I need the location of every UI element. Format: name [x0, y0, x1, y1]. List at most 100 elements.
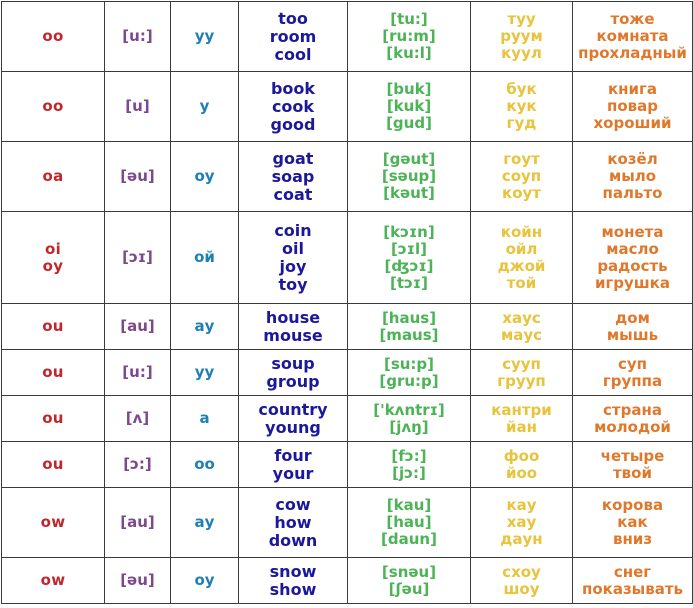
russian-sound: уу	[194, 27, 215, 45]
cell-ipa-symbol: [u:]	[104, 1, 171, 72]
transliteration: джой	[497, 256, 546, 275]
english-word-stack: snow show	[239, 563, 347, 599]
transcription-stack: [gəut] [səup] [kəut]	[348, 151, 470, 202]
cell-transcription: [snəu] [ʃəu]	[347, 557, 471, 604]
transliteration: хаус	[502, 308, 541, 327]
russian-meaning: комната	[596, 27, 669, 45]
ipa-symbol-stack: [əu]	[105, 168, 170, 185]
russian-meaning: радость	[597, 256, 668, 275]
english-word-stack: country young	[239, 401, 347, 437]
grapheme: ow	[40, 513, 66, 531]
transliteration-stack: кау хау даун	[471, 497, 572, 548]
cell-transcription: [gəut] [səup] [kəut]	[347, 141, 471, 212]
russian-meaning: твой	[612, 463, 652, 482]
english-word: house	[265, 307, 321, 327]
cell-transliteration: хаус маус	[470, 303, 573, 350]
english-word: cow	[275, 494, 311, 514]
grapheme-stack: oo	[2, 98, 104, 115]
table-row: ou [au] ау house mouse [haus] [maus] хаус маус до…	[1, 303, 693, 350]
transcription: [ʤɔɪ]	[384, 256, 434, 275]
cell-ipa-symbol: [au]	[104, 303, 171, 350]
cell-russian-sound: уу	[170, 349, 239, 396]
english-word: coin	[274, 220, 312, 240]
ipa-symbol-stack: [u]	[105, 98, 170, 115]
transliteration-stack: туу руум куул	[471, 11, 572, 62]
transliteration-stack: сууп грууп	[471, 356, 572, 390]
cell-transliteration: бук кук гуд	[470, 71, 573, 142]
transcription: [jʌŋ]	[389, 417, 429, 436]
russian-meaning-stack: козёл мыло пальто	[573, 151, 692, 202]
cell-transcription: [fɔ:] [jɔ:]	[347, 441, 471, 488]
ipa-symbol: [au]	[120, 513, 155, 531]
transliteration: бук	[506, 80, 537, 98]
cell-ipa-symbol: [ɔ:]	[104, 441, 171, 488]
transliteration: сууп	[502, 354, 541, 373]
transliteration-stack: кантри йан	[471, 402, 572, 436]
russian-meaning-stack: монета масло радость игрушка	[573, 224, 692, 292]
grapheme-stack: ow	[2, 514, 104, 531]
transcription-stack: [kau] [hau] [daun]	[348, 497, 470, 548]
grapheme: oo	[42, 27, 64, 45]
transcription: [ku:l]	[386, 44, 432, 62]
cell-russian-sound: оу	[170, 557, 239, 604]
transcription: [gud]	[386, 114, 432, 132]
phonics-rules-table: oo [u:] уу too room cool [tu:] [ru:m] [ku:l] туу р…	[1, 1, 693, 604]
russian-meaning: группа	[602, 371, 663, 390]
transcription: [fɔ:]	[391, 446, 427, 465]
english-word: mouse	[263, 325, 323, 345]
transcription: [tu:]	[390, 10, 428, 28]
cell-english-word: too room cool	[238, 1, 348, 72]
russian-sound-stack: а	[171, 410, 238, 427]
russian-sound: у	[199, 97, 210, 115]
russian-sound: ой	[194, 248, 215, 266]
russian-sound: оу	[194, 571, 215, 589]
ipa-symbol: [u:]	[122, 363, 153, 381]
transcription-stack: [fɔ:] [jɔ:]	[348, 448, 470, 482]
grapheme-stack: ou	[2, 410, 104, 427]
cell-ipa-symbol: [u:]	[104, 349, 171, 396]
transliteration: ойл	[505, 239, 538, 258]
transliteration: гоут	[503, 150, 540, 168]
table-row: ow [əu] оу snow show [snəu] [ʃəu] схоу шоу снег по…	[1, 557, 693, 604]
ipa-symbol: [u]	[125, 97, 150, 115]
ipa-symbol-stack: [ɔɪ]	[105, 249, 170, 266]
cell-transcription: [kɔɪn] [ɔɪl] [ʤɔɪ] [tɔɪ]	[347, 211, 471, 304]
cell-english-word: cow how down	[238, 487, 348, 558]
transcription-stack: [snəu] [ʃəu]	[348, 564, 470, 598]
cell-grapheme: ow	[1, 557, 105, 604]
russian-meaning: снег	[613, 562, 652, 581]
russian-meaning: игрушка	[594, 273, 671, 292]
cell-english-word: coin oil joy toy	[238, 211, 348, 304]
transcription: [ru:m]	[382, 27, 436, 45]
russian-meaning: хороший	[593, 114, 672, 132]
cell-transliteration: сууп грууп	[470, 349, 573, 396]
ipa-symbol: [ɔɪ]	[122, 248, 153, 266]
table-row: ow [au] ау cow how down [kau] [hau] [daun] кау хау…	[1, 487, 693, 558]
grapheme: ou	[42, 409, 64, 427]
russian-meaning-stack: суп группа	[573, 356, 692, 390]
russian-sound: оу	[194, 167, 215, 185]
transliteration-stack: фоо йоо	[471, 448, 572, 482]
cell-transliteration: гоут соуп коут	[470, 141, 573, 212]
grapheme: ou	[42, 363, 64, 381]
transliteration-stack: гоут соуп коут	[471, 151, 572, 202]
cell-russian-meaning: дом мышь	[572, 303, 693, 350]
table-row: ou [u:] уу soup group [su:p] [gru:p] сууп грууп с…	[1, 349, 693, 396]
transliteration: хау	[506, 513, 537, 531]
grapheme-stack: ou	[2, 364, 104, 381]
transliteration-stack: схоу шоу	[471, 564, 572, 598]
english-word: soap	[271, 166, 315, 186]
russian-meaning: монета	[601, 222, 664, 241]
transliteration: маус	[500, 325, 543, 344]
cell-russian-meaning: монета масло радость игрушка	[572, 211, 693, 304]
transcription-stack: [buk] [kuk] [gud]	[348, 81, 470, 132]
english-word-stack: goat soap coat	[239, 150, 347, 204]
english-word: how	[274, 512, 312, 532]
cell-russian-meaning: суп группа	[572, 349, 693, 396]
ipa-symbol-stack: [ʌ]	[105, 410, 170, 427]
cell-english-word: soup group	[238, 349, 348, 396]
transcription: [kuk]	[386, 97, 432, 115]
transcription: [snəu]	[381, 562, 437, 581]
transliteration: коут	[502, 184, 541, 202]
transcription-stack: [su:p] [gru:p]	[348, 356, 470, 390]
